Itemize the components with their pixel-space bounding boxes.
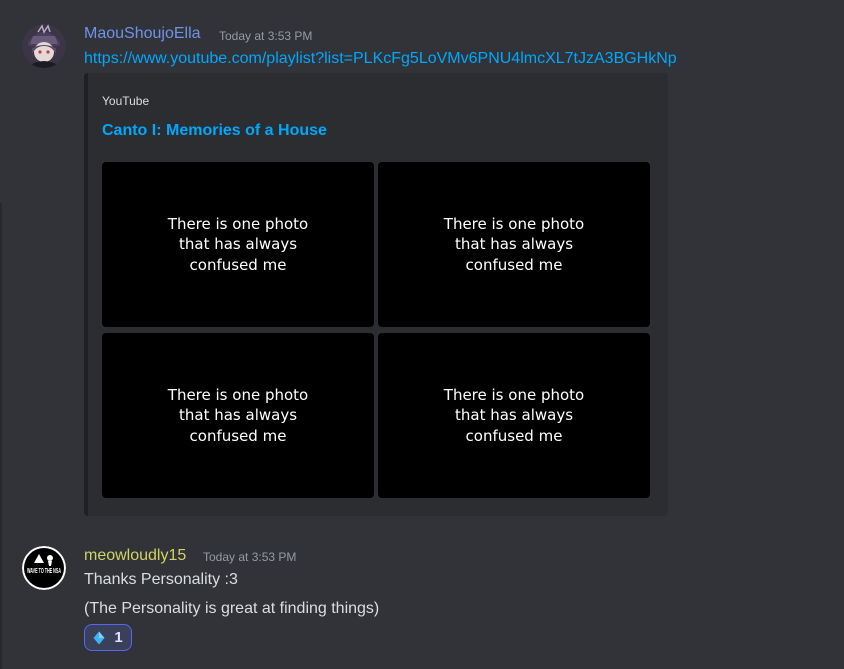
message-text: Thanks Personality :3 [84, 571, 238, 588]
username[interactable]: meowloudly15 [84, 547, 186, 565]
reaction-button[interactable]: 1 [84, 624, 132, 651]
message-text: (The Personality is great at finding thi… [84, 600, 380, 617]
reaction-count: 1 [114, 629, 123, 646]
avatar-image-icon: WAVE TO THE NSA [22, 546, 66, 590]
avatar[interactable]: WAVE TO THE NSA [22, 546, 66, 590]
timestamp: Today at 3:53 PM [203, 550, 297, 564]
message: WAVE TO THE NSA meowloudly15 Today at 3:… [0, 0, 844, 669]
diamond-icon [93, 631, 105, 644]
svg-text:WAVE TO THE NSA: WAVE TO THE NSA [27, 566, 61, 575]
